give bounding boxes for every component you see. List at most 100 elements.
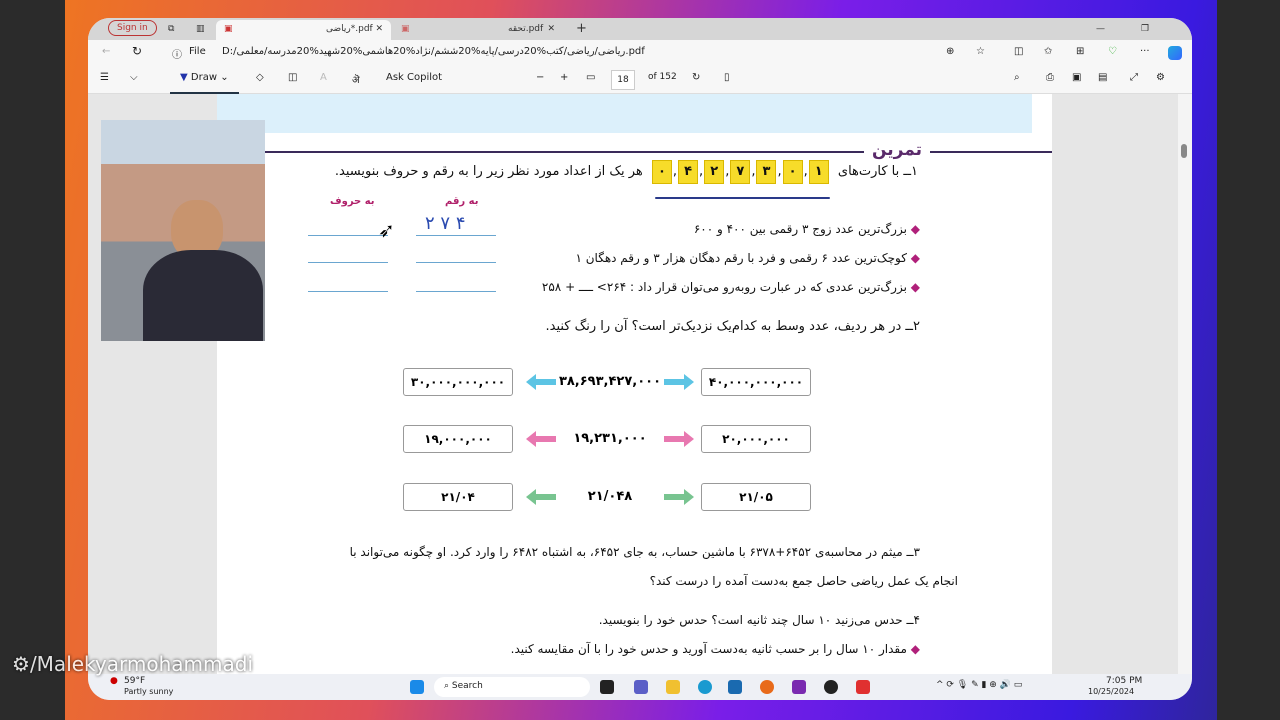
q4-item-text: مقدار ۱۰ سال را بر حسب ثانیه به‌دست آوری… xyxy=(510,642,907,656)
scrollbar-thumb[interactable] xyxy=(1181,144,1187,158)
tab-2[interactable]: ▣ تحقه.pdf ✕ xyxy=(393,20,563,40)
new-tab-button[interactable]: + xyxy=(568,20,595,40)
maximize-icon[interactable]: ❐ xyxy=(1133,20,1157,40)
answer-line xyxy=(416,235,496,236)
rotate-icon[interactable]: ↻ xyxy=(692,72,700,83)
media-player-icon[interactable] xyxy=(824,680,838,694)
settings-icon[interactable]: ⚙ xyxy=(1156,72,1165,83)
left-number-box[interactable]: ۲۱/۰۴ xyxy=(403,483,513,511)
task-view-icon[interactable] xyxy=(600,680,614,694)
fullscreen-icon[interactable]: ⤢ xyxy=(1130,72,1138,83)
number-cards: ۰,۴,۲,۷,۳,۰,۱ xyxy=(651,160,830,184)
film-reel-icon: ⚙ xyxy=(12,652,30,676)
page-view-icon[interactable]: ▯ xyxy=(724,72,730,83)
save-as-icon[interactable]: ▤ xyxy=(1098,72,1107,83)
card: ۰ xyxy=(651,160,672,184)
right-arrow-icon xyxy=(664,489,694,505)
column-header-digits: به رقم xyxy=(445,196,479,207)
zoom-out-button[interactable]: − xyxy=(536,72,544,83)
minimize-icon[interactable]: — xyxy=(1088,20,1113,40)
page-total: of 152 xyxy=(648,72,677,82)
address-bar: ← ↻ ⓘ File D:/ریاضی/ریاضی/کتب%20درسی/پای… xyxy=(88,40,1192,66)
add-text-icon[interactable]: ◫ xyxy=(288,72,297,83)
tab-label: تحقه.pdf xyxy=(508,24,544,34)
right-number-box[interactable]: ۲۱/۰۵ xyxy=(701,483,811,511)
left-number-box[interactable]: ۱۹,۰۰۰,۰۰۰ xyxy=(403,425,513,453)
answer-line xyxy=(308,291,388,292)
search-icon[interactable]: ⌕ xyxy=(1014,72,1020,83)
file-explorer-icon[interactable] xyxy=(666,680,680,694)
sign-in-button[interactable]: Sign in xyxy=(108,20,157,36)
watermark-text: /Malekyarmohammadi xyxy=(29,652,254,676)
store-icon[interactable] xyxy=(728,680,742,694)
bullet-icon: ◆ xyxy=(910,222,920,236)
answer-line xyxy=(308,262,388,263)
recorder-icon[interactable] xyxy=(856,680,870,694)
url-input[interactable]: D:/ریاضی/ریاضی/کتب%20درسی/پایه%20ششم/نژا… xyxy=(222,46,645,57)
pdf-icon: ▣ xyxy=(401,24,410,34)
q1-item: ◆ بزرگ‌ترین عدد زوج ۳ رقمی بین ۴۰۰ و ۶۰۰ xyxy=(694,222,920,236)
vertical-tabs-icon[interactable]: ▥ xyxy=(188,20,213,40)
firefox-icon[interactable] xyxy=(760,680,774,694)
left-number-box[interactable]: ۳۰,۰۰۰,۰۰۰,۰۰۰ xyxy=(403,368,513,396)
draw-label: Draw xyxy=(190,72,218,83)
back-icon[interactable]: ← xyxy=(102,46,110,57)
translate-icon[interactable]: ऄ xyxy=(352,72,360,86)
close-tab-icon[interactable]: ✕ xyxy=(547,20,555,38)
collections-icon[interactable]: ⊞ xyxy=(1076,46,1084,57)
q3-line2: انجام یک عمل ریاضی حاصل جمع به‌دست آمده … xyxy=(649,574,958,588)
right-arrow-icon xyxy=(664,374,694,390)
answer-line xyxy=(308,235,388,236)
read-aloud-icon[interactable]: A xyxy=(320,72,327,83)
taskbar: ● 59°F Partly sunny ⌕ Search ^ ⟳ 🎙 ✎ ▮ ⊕… xyxy=(88,674,1192,700)
q1-suffix: هر یک از اعداد مورد نظر زیر را به رقم و … xyxy=(334,164,643,179)
eraser-icon[interactable]: ◇ xyxy=(256,72,264,83)
q1-item-text: کوچک‌ترین عدد ۶ رقمی و فرد با رقم دهگان … xyxy=(575,251,907,265)
q1-prefix: ۱ــ با کارت‌های xyxy=(837,164,918,179)
tray-icons[interactable]: ^ ⟳ 🎙 ✎ ▮ ⊕ 🔊 ▭ xyxy=(936,680,1022,690)
pdf-icon: ▣ xyxy=(224,24,233,34)
right-number-box[interactable]: ۴۰,۰۰۰,۰۰۰,۰۰۰ xyxy=(701,368,811,396)
split-screen-icon[interactable]: ◫ xyxy=(1014,46,1023,57)
scrollbar[interactable] xyxy=(1178,94,1192,674)
favorite-star-icon[interactable]: ☆ xyxy=(976,46,985,57)
tab-bar: Sign in ⧉ ▥ ▣ ریاضی*.pdf ✕ ▣ تحقه.pdf ✕ … xyxy=(88,18,1192,40)
right-number-box[interactable]: ۲۰,۰۰۰,۰۰۰ xyxy=(701,425,811,453)
draw-button[interactable]: ▼ Draw ⌄ xyxy=(170,66,239,94)
middle-number: ۱۹,۲۳۱,۰۰۰ xyxy=(573,431,647,446)
weather-temp: 59°F xyxy=(124,676,146,686)
highlight-icon[interactable]: ⌵ xyxy=(130,72,138,83)
bullet-icon: ◆ xyxy=(910,280,920,294)
card: ۰ xyxy=(782,160,803,184)
person-jacket xyxy=(143,250,263,341)
favorites-icon[interactable]: ✩ xyxy=(1044,46,1052,57)
copilot-icon[interactable] xyxy=(1168,46,1182,60)
print-icon[interactable]: ⎙ xyxy=(1046,72,1054,83)
card: ۳ xyxy=(756,160,777,184)
workspaces-icon[interactable]: ⧉ xyxy=(160,20,182,40)
zoom-icon[interactable]: ⊕ xyxy=(946,46,954,57)
bullet-icon: ◆ xyxy=(910,251,920,265)
save-icon[interactable]: ▣ xyxy=(1072,72,1081,83)
browser-essentials-icon[interactable]: ♡ xyxy=(1108,46,1117,57)
start-icon[interactable] xyxy=(410,680,424,694)
zoom-in-button[interactable]: + xyxy=(560,72,568,83)
tab-active[interactable]: ▣ ریاضی*.pdf ✕ xyxy=(216,20,391,40)
q1-item-text: بزرگ‌ترین عدد زوج ۳ رقمی بین ۴۰۰ و ۶۰۰ xyxy=(693,222,907,236)
onenote-icon[interactable] xyxy=(792,680,806,694)
fit-page-icon[interactable]: ▭ xyxy=(586,72,595,83)
q4-line1: ۴ــ حدس می‌زنید ۱۰ سال چند ثانیه است؟ حد… xyxy=(598,613,920,627)
more-icon[interactable]: ··· xyxy=(1140,46,1150,57)
middle-number: ۲۱/۰۴۸ xyxy=(587,489,633,504)
contents-icon[interactable]: ☰ xyxy=(100,72,109,83)
taskbar-search[interactable]: ⌕ Search xyxy=(434,677,590,697)
close-tab-icon[interactable]: ✕ xyxy=(375,20,383,38)
refresh-icon[interactable]: ↻ xyxy=(132,44,142,58)
page-number-input[interactable]: 18 xyxy=(611,70,635,90)
webcam-overlay xyxy=(101,120,265,341)
edge-icon[interactable] xyxy=(698,680,712,694)
ask-copilot-button[interactable]: Ask Copilot xyxy=(386,72,442,83)
info-icon[interactable]: ⓘ xyxy=(172,46,182,61)
teams-icon[interactable] xyxy=(634,680,648,694)
right-arrow-icon xyxy=(664,431,694,447)
